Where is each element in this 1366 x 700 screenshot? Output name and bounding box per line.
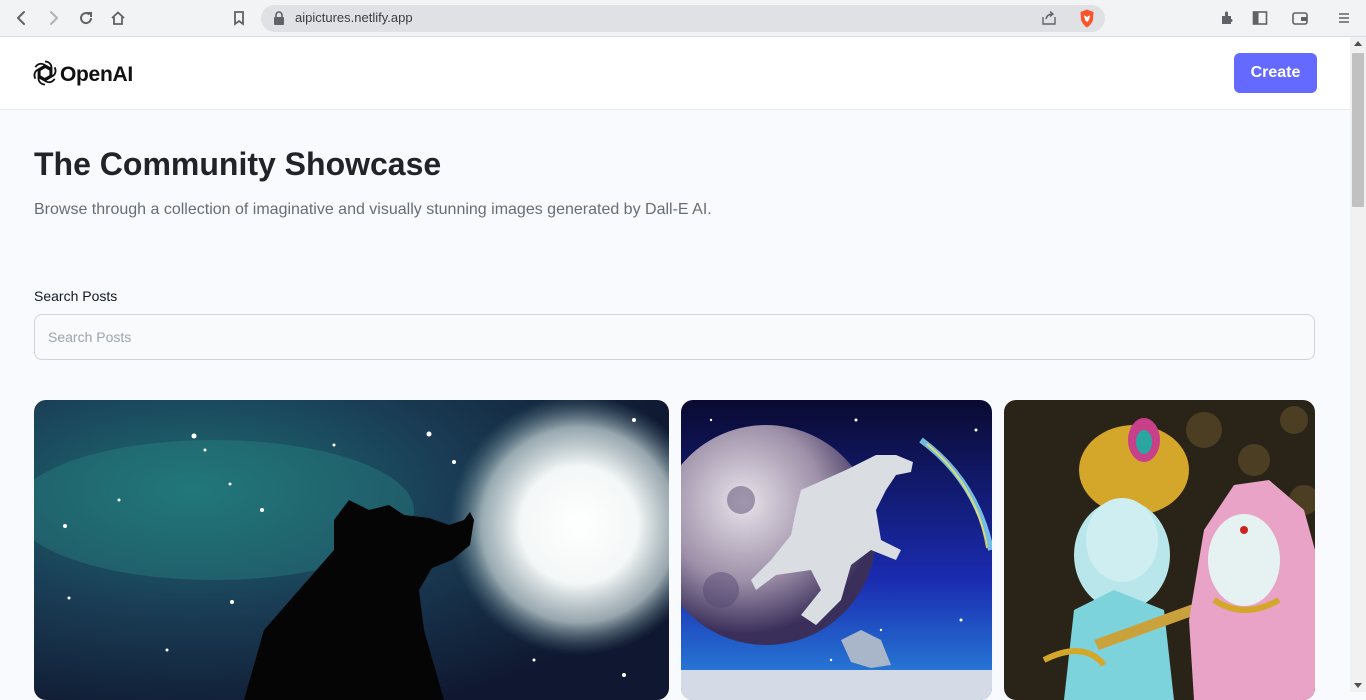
bookmark-icon[interactable] <box>230 9 248 27</box>
scrollbar-thumb[interactable] <box>1352 53 1364 207</box>
openai-logo[interactable]: OpenAI <box>32 59 133 91</box>
brave-shield-icon[interactable] <box>1079 9 1095 28</box>
browser-toolbar: aipictures.netlify.app <box>0 0 1366 37</box>
share-icon[interactable] <box>1041 11 1057 25</box>
home-icon[interactable] <box>109 9 127 27</box>
lock-icon[interactable] <box>273 11 285 25</box>
wallet-icon[interactable] <box>1291 9 1309 27</box>
search-label: Search Posts <box>34 288 118 304</box>
scroll-up-icon[interactable] <box>1354 41 1362 46</box>
reload-icon[interactable] <box>77 9 95 27</box>
address-bar[interactable]: aipictures.netlify.app <box>261 5 1105 32</box>
forward-icon[interactable] <box>45 9 63 27</box>
wolf-howling-at-moon-image <box>34 400 669 700</box>
page-title: The Community Showcase <box>34 146 442 182</box>
extensions-icon[interactable] <box>1219 9 1237 27</box>
app-header: OpenAI Create <box>0 37 1350 110</box>
krishna-radha-statue-image <box>1004 400 1315 700</box>
back-icon[interactable] <box>13 9 31 27</box>
page-subtitle: Browse through a collection of imaginati… <box>34 201 712 218</box>
page-scrollbar[interactable] <box>1350 37 1366 692</box>
main-content: The Community Showcase Browse through a … <box>0 110 1350 700</box>
url-text[interactable]: aipictures.netlify.app <box>295 10 413 25</box>
menu-icon[interactable] <box>1335 9 1353 27</box>
sidebar-icon[interactable] <box>1251 9 1269 27</box>
post-card[interactable] <box>681 400 992 700</box>
post-card[interactable] <box>1004 400 1315 700</box>
scroll-down-icon[interactable] <box>1354 683 1362 688</box>
logo-text: OpenAI <box>60 63 133 86</box>
search-input[interactable] <box>34 314 1315 360</box>
post-card[interactable] <box>34 400 669 700</box>
openai-logo-icon <box>32 59 58 91</box>
create-button[interactable]: Create <box>1234 53 1317 93</box>
dog-jumping-over-moon-image <box>681 400 992 700</box>
